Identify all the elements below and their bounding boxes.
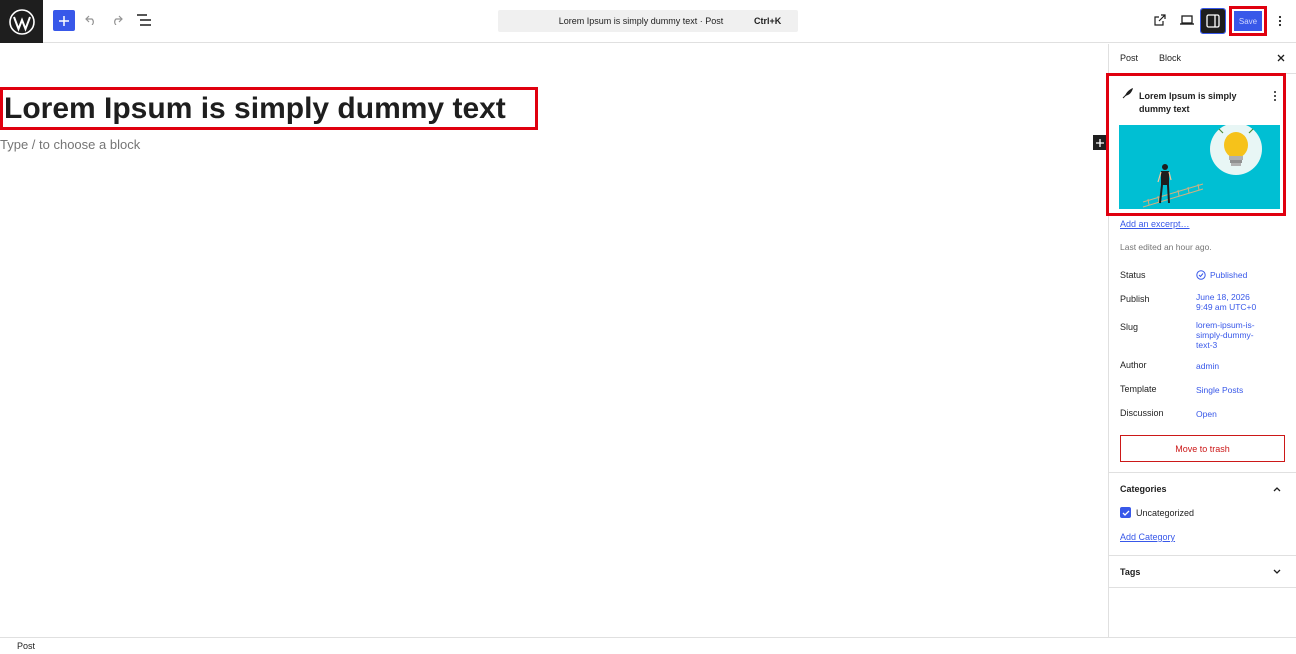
save-highlight: Save bbox=[1229, 6, 1267, 36]
sidebar-toggle-icon bbox=[1206, 14, 1220, 28]
author-value[interactable]: admin bbox=[1196, 361, 1219, 371]
tags-heading[interactable]: Tags bbox=[1120, 567, 1140, 577]
tab-post[interactable]: Post bbox=[1120, 53, 1138, 63]
undo-icon bbox=[85, 15, 94, 25]
move-to-trash-button[interactable]: Move to trash bbox=[1120, 435, 1285, 462]
publish-label: Publish bbox=[1120, 294, 1150, 304]
add-excerpt-link[interactable]: Add an excerpt… bbox=[1120, 219, 1190, 229]
template-label: Template bbox=[1120, 384, 1157, 394]
options-button[interactable] bbox=[1272, 12, 1288, 30]
settings-sidebar: Post Block Lorem Ipsum is simply dummy t… bbox=[1106, 44, 1296, 637]
editor-canvas: Lorem Ipsum is simply dummy text Type / … bbox=[0, 44, 1108, 637]
add-category-link[interactable]: Add Category bbox=[1120, 532, 1175, 542]
author-label: Author bbox=[1120, 360, 1147, 370]
command-title: Lorem Ipsum is simply dummy text · Post bbox=[558, 16, 724, 26]
feather-icon bbox=[1122, 88, 1133, 99]
view-post-button[interactable] bbox=[1152, 12, 1168, 28]
redo-icon bbox=[114, 15, 123, 25]
block-inserter-button[interactable] bbox=[1093, 135, 1107, 150]
preview-button[interactable] bbox=[1178, 12, 1196, 28]
slug-line-2: simply-dummy- bbox=[1196, 330, 1254, 340]
discussion-label: Discussion bbox=[1120, 408, 1164, 418]
settings-button[interactable] bbox=[1200, 8, 1226, 34]
chevron-up-icon[interactable] bbox=[1272, 484, 1282, 494]
chevron-down-icon[interactable] bbox=[1272, 567, 1282, 577]
divider bbox=[1109, 587, 1296, 588]
list-view-icon bbox=[137, 14, 151, 26]
discussion-value[interactable]: Open bbox=[1196, 409, 1217, 419]
slug-button[interactable]: lorem-ipsum-is- simply-dummy- text-3 bbox=[1196, 320, 1255, 350]
featured-image[interactable] bbox=[1119, 125, 1280, 209]
add-block-button[interactable] bbox=[53, 10, 75, 31]
plus-icon bbox=[1096, 138, 1104, 147]
block-placeholder[interactable]: Type / to choose a block bbox=[0, 137, 140, 152]
divider bbox=[1109, 555, 1296, 556]
tab-block[interactable]: Block bbox=[1159, 53, 1181, 63]
command-shortcut: Ctrl+K bbox=[754, 16, 782, 26]
check-circle-icon bbox=[1196, 270, 1206, 280]
categories-heading[interactable]: Categories bbox=[1120, 484, 1167, 494]
status-label: Status bbox=[1120, 270, 1146, 280]
desktop-icon bbox=[1180, 15, 1194, 25]
post-title[interactable]: Lorem Ipsum is simply dummy text bbox=[4, 93, 506, 125]
last-edited-text: Last edited an hour ago. bbox=[1120, 242, 1212, 252]
category-checkbox-uncategorized[interactable] bbox=[1120, 507, 1131, 518]
publish-date: June 18, 2026 bbox=[1196, 292, 1250, 302]
post-summary-card: Lorem Ipsum is simply dummy text bbox=[1106, 73, 1286, 216]
document-overview-button[interactable] bbox=[135, 11, 153, 29]
plus-icon bbox=[59, 15, 69, 26]
status-value: Published bbox=[1210, 270, 1248, 280]
divider bbox=[1109, 472, 1296, 473]
more-vertical-icon[interactable] bbox=[1271, 89, 1279, 103]
title-highlight: Lorem Ipsum is simply dummy text bbox=[0, 87, 538, 130]
publish-time: 9:49 am UTC+0 bbox=[1196, 302, 1257, 312]
status-value-button[interactable]: Published bbox=[1196, 270, 1247, 280]
slug-label: Slug bbox=[1120, 322, 1139, 332]
category-label: Uncategorized bbox=[1136, 508, 1195, 518]
breadcrumb[interactable]: Post bbox=[17, 641, 35, 651]
top-toolbar: Lorem Ipsum is simply dummy text · Post … bbox=[0, 0, 1296, 43]
save-button[interactable]: Save bbox=[1234, 11, 1262, 31]
publish-date-button[interactable]: June 18, 2026 9:49 am UTC+0 bbox=[1196, 292, 1256, 312]
sidebar-tabs: Post Block bbox=[1109, 44, 1296, 74]
command-palette-button[interactable]: Lorem Ipsum is simply dummy text · Post … bbox=[498, 10, 798, 32]
undo-button[interactable] bbox=[82, 11, 100, 29]
slug-line-1: lorem-ipsum-is- bbox=[1196, 320, 1255, 330]
external-link-icon bbox=[1154, 14, 1166, 26]
check-icon bbox=[1122, 510, 1129, 516]
slug-line-3: text-3 bbox=[1196, 340, 1218, 350]
redo-button[interactable] bbox=[108, 11, 126, 29]
more-vertical-icon bbox=[1278, 15, 1282, 27]
wordpress-icon[interactable] bbox=[0, 0, 43, 43]
close-icon bbox=[1277, 54, 1285, 62]
template-value[interactable]: Single Posts bbox=[1196, 385, 1243, 395]
status-footer: Post bbox=[0, 637, 1296, 654]
card-title: Lorem Ipsum is simply dummy text bbox=[1139, 91, 1237, 114]
close-settings-button[interactable] bbox=[1274, 51, 1288, 65]
